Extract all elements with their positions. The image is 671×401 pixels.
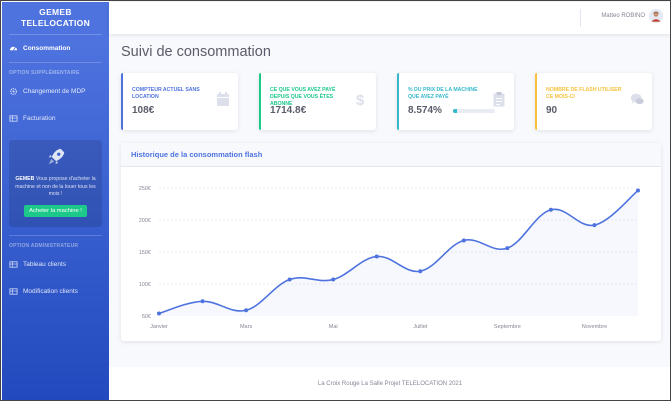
rocket-icon bbox=[45, 148, 67, 172]
sidebar-item-label: Tableau clients bbox=[23, 261, 66, 268]
chart-point bbox=[157, 311, 161, 316]
table-icon bbox=[9, 260, 18, 269]
x-tick-label: Juillet bbox=[413, 324, 428, 330]
stat-card-paid: CE QUE VOUS AVEZ PAYÉ DEPUIS QUE VOUS ÊT… bbox=[259, 73, 376, 130]
x-tick-label: Septembre bbox=[494, 324, 521, 330]
brand-line-1: GEMEB bbox=[39, 7, 72, 17]
card-value: 8.574% bbox=[408, 105, 442, 116]
chart-point bbox=[592, 223, 597, 228]
buy-machine-button[interactable]: Acheter la machine ! bbox=[24, 204, 87, 217]
sidebar-promo-card: GEMEB Vous propose d'acheter la machine … bbox=[9, 140, 102, 227]
consumption-chart: 50€ 100€ 150€ 200€ 250€ Janvier Mars Mai Juillet… bbox=[139, 186, 640, 330]
chart-point bbox=[548, 207, 553, 212]
table-icon bbox=[9, 287, 18, 296]
table-icon bbox=[9, 114, 18, 123]
sidebar-item-changement-mdp[interactable]: Changement de MDP bbox=[2, 78, 109, 105]
sidebar-item-label: Changement de MDP bbox=[23, 88, 86, 95]
brand-line-2: TELELOCATION bbox=[20, 18, 91, 28]
sidebar-item-consommation[interactable]: Consommation bbox=[2, 35, 109, 62]
card-accent-bar bbox=[397, 73, 399, 130]
card-accent-bar bbox=[121, 73, 123, 130]
y-tick-label: 250€ bbox=[139, 186, 151, 192]
avatar bbox=[649, 9, 663, 23]
progress-fill bbox=[453, 109, 457, 113]
topbar: Matteo ROBINO bbox=[109, 2, 670, 34]
chart-point bbox=[636, 188, 640, 193]
footer: La Croix Rouge La Salle Projet TELELOCAT… bbox=[109, 367, 670, 400]
calendar-icon bbox=[217, 92, 229, 106]
x-tick-label: Mars bbox=[240, 324, 252, 330]
sidebar-item-label: Facturation bbox=[23, 115, 56, 122]
stat-card-flash: NOMBRE DE FLASH UTILISER CE MOIS-CI 90 bbox=[535, 73, 652, 130]
card-value: 1714.8€ bbox=[270, 105, 307, 116]
x-tick-label: Novembre bbox=[582, 324, 607, 330]
chart-card: Historique de la consommation flash 50€ 1… bbox=[121, 143, 661, 341]
chart-point bbox=[505, 246, 510, 251]
y-tick-label: 200€ bbox=[139, 218, 151, 224]
promo-text: GEMEB Vous propose d'acheter la machine … bbox=[9, 173, 102, 199]
sidebar-item-label: Consommation bbox=[23, 45, 71, 52]
card-accent-bar bbox=[259, 73, 261, 130]
svg-text:$: $ bbox=[356, 92, 365, 107]
chart-area-fill bbox=[159, 190, 638, 316]
comments-icon bbox=[630, 93, 644, 105]
sidebar: GEMEB TELELOCATION Consommation OPTION S… bbox=[2, 2, 109, 400]
sidebar-item-facturation[interactable]: Facturation bbox=[2, 105, 109, 132]
chart-point bbox=[374, 254, 379, 259]
clipboard-icon bbox=[493, 92, 505, 107]
sidebar-item-tableau-clients[interactable]: Tableau clients bbox=[2, 251, 109, 278]
dollar-icon: $ bbox=[356, 92, 365, 107]
card-label: % DU PRIX DE LA MACHINE QUE AVEZ PAYÉ bbox=[408, 87, 478, 100]
topbar-divider bbox=[580, 9, 581, 27]
card-label: NOMBRE DE FLASH UTILISER CE MOIS-CI bbox=[546, 87, 622, 100]
page-title: Suivi de consommation bbox=[121, 44, 271, 60]
promo-brand: GEMEB bbox=[15, 176, 35, 182]
chart-point bbox=[200, 299, 205, 304]
chart-title: Historique de la consommation flash bbox=[121, 143, 661, 167]
sidebar-item-label: Modification clients bbox=[23, 288, 78, 295]
gear-icon bbox=[9, 87, 18, 96]
chart-point bbox=[331, 277, 336, 282]
brand-logo[interactable]: GEMEB TELELOCATION bbox=[2, 2, 109, 34]
card-value: 90 bbox=[546, 105, 558, 116]
dashboard-icon bbox=[9, 44, 18, 53]
card-accent-bar bbox=[535, 73, 537, 130]
card-label: COMPTEUR ACTUEL SANS LOCATION bbox=[132, 87, 200, 100]
user-name: Matteo ROBINO bbox=[601, 13, 645, 19]
stat-card-percentage: % DU PRIX DE LA MACHINE QUE AVEZ PAYÉ 8.… bbox=[397, 73, 514, 130]
section-heading-admin: OPTION ADMINISTRATEUR bbox=[9, 243, 79, 249]
section-heading-options: OPTION SUPPLÉMENTAIRE bbox=[9, 70, 80, 76]
y-tick-label: 100€ bbox=[139, 282, 151, 288]
chart-point bbox=[461, 238, 466, 243]
x-tick-label: Janvier bbox=[150, 324, 168, 330]
x-tick-label: Mai bbox=[329, 324, 338, 330]
chart-point bbox=[244, 308, 249, 313]
stat-card-counter: COMPTEUR ACTUEL SANS LOCATION 108€ bbox=[121, 73, 238, 130]
app-frame: GEMEB TELELOCATION Consommation OPTION S… bbox=[0, 0, 671, 401]
y-tick-label: 150€ bbox=[139, 250, 151, 256]
chart-point bbox=[287, 277, 292, 282]
sidebar-item-modification-clients[interactable]: Modification clients bbox=[2, 278, 109, 305]
chart-point bbox=[418, 269, 423, 274]
progress-bar bbox=[453, 109, 495, 113]
y-tick-label: 50€ bbox=[142, 314, 151, 320]
card-value: 108€ bbox=[132, 105, 155, 116]
user-menu[interactable]: Matteo ROBINO bbox=[601, 9, 663, 23]
